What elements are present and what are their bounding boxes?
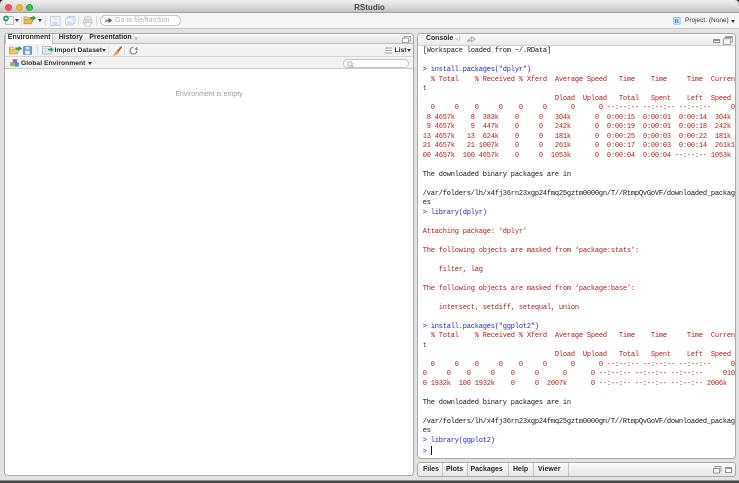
svg-text:R: R (674, 18, 679, 25)
